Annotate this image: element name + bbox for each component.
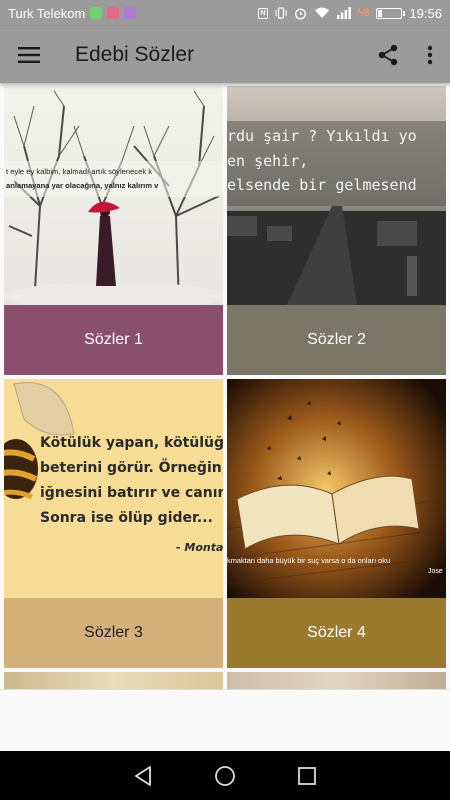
card-label-bar: Sözler 3 <box>4 598 223 668</box>
carrier-name: Turk Telekom <box>8 5 86 21</box>
category-card-sozler-3[interactable]: Kötülük yapan, kötülüğü beterini görür. … <box>4 379 223 668</box>
recents-square-icon[interactable] <box>295 764 319 788</box>
signal-icon <box>336 7 351 19</box>
category-card-partial-6[interactable] <box>227 672 446 689</box>
system-navigation-bar <box>0 751 450 800</box>
card-2-quote-line2: en şehir, <box>227 152 308 170</box>
home-circle-icon[interactable] <box>213 764 237 788</box>
battery-icon <box>376 7 406 19</box>
back-triangle-icon[interactable] <box>131 764 155 788</box>
battery-level-fill <box>378 9 383 17</box>
bottom-empty-area <box>0 689 450 751</box>
card-3-quote-line3: iğnesini batırır ve canını <box>40 485 223 501</box>
card-image-partial <box>4 672 223 689</box>
alarm-icon <box>294 7 307 20</box>
card-label: Sözler 3 <box>84 624 143 641</box>
notification-icon-pink <box>107 7 120 19</box>
category-grid: t eyle ey kalbim, kalmadı artık söylenec… <box>0 83 450 689</box>
card-label: Sözler 4 <box>307 624 366 641</box>
card-2-quote-line3: elsende bir gelmesend <box>227 176 417 194</box>
card-4-quote-line1: kmaktan daha büyük bir suç varsa o da on… <box>227 556 390 565</box>
nfc-icon: N <box>258 7 268 19</box>
app-title: Edebi Sözler <box>75 42 195 66</box>
app-screen: Turk Telekom N ϟ8 19:56 Edebi Sözler t e… <box>0 0 450 800</box>
card-image-bee-quote: Kötülük yapan, kötülüğü beterini görür. … <box>4 379 223 598</box>
more-vert-icon[interactable] <box>410 26 450 83</box>
notification-icon-purple <box>124 7 137 19</box>
category-card-partial-5[interactable] <box>4 672 223 689</box>
card-label: Sözler 1 <box>84 331 143 348</box>
vibrate-icon <box>275 7 287 19</box>
app-bar: Edebi Sözler <box>0 26 450 83</box>
hamburger-menu-icon[interactable] <box>0 26 58 83</box>
charge-indicator: ϟ8 <box>357 7 370 19</box>
share-icon[interactable] <box>366 26 410 83</box>
card-label-bar: Sözler 1 <box>4 305 223 375</box>
category-card-sozler-2[interactable]: rdu şair ? Yıkıldı yo en şehir, elsende … <box>227 86 446 375</box>
card-3-quote-line4: Sonra ise ölüp gider... <box>40 510 213 526</box>
card-label-bar: Sözler 4 <box>227 598 446 668</box>
card-2-quote-line1: rdu şair ? Yıkıldı yo <box>227 127 417 145</box>
card-1-quote-line2: anlamayana yar olacağına, yalnız kalırım… <box>6 181 159 190</box>
card-image-snow-umbrella: t eyle ey kalbim, kalmadı artık söylenec… <box>4 86 223 305</box>
card-image-city-skyline: rdu şair ? Yıkıldı yo en şehir, elsende … <box>227 86 446 305</box>
category-card-sozler-4[interactable]: kmaktan daha büyük bir suç varsa o da on… <box>227 379 446 668</box>
card-1-quote-line1: t eyle ey kalbim, kalmadı artık söylenec… <box>6 167 152 176</box>
card-3-quote-author: - Monta <box>176 541 223 554</box>
card-4-quote-author: Jose <box>428 568 443 575</box>
card-3-quote-line1: Kötülük yapan, kötülüğü <box>40 435 223 451</box>
status-bar: Turk Telekom N ϟ8 19:56 <box>0 0 450 26</box>
card-3-quote-line2: beterini görür. Örneğin; <box>40 458 223 476</box>
card-image-partial <box>227 672 446 689</box>
notification-icon-green <box>90 7 103 19</box>
card-label-bar: Sözler 2 <box>227 305 446 375</box>
wifi-icon <box>314 7 330 19</box>
clock: 19:56 <box>409 5 442 21</box>
card-label: Sözler 2 <box>307 331 366 348</box>
category-card-sozler-1[interactable]: t eyle ey kalbim, kalmadı artık söylenec… <box>4 86 223 375</box>
card-image-open-book: kmaktan daha büyük bir suç varsa o da on… <box>227 379 446 598</box>
